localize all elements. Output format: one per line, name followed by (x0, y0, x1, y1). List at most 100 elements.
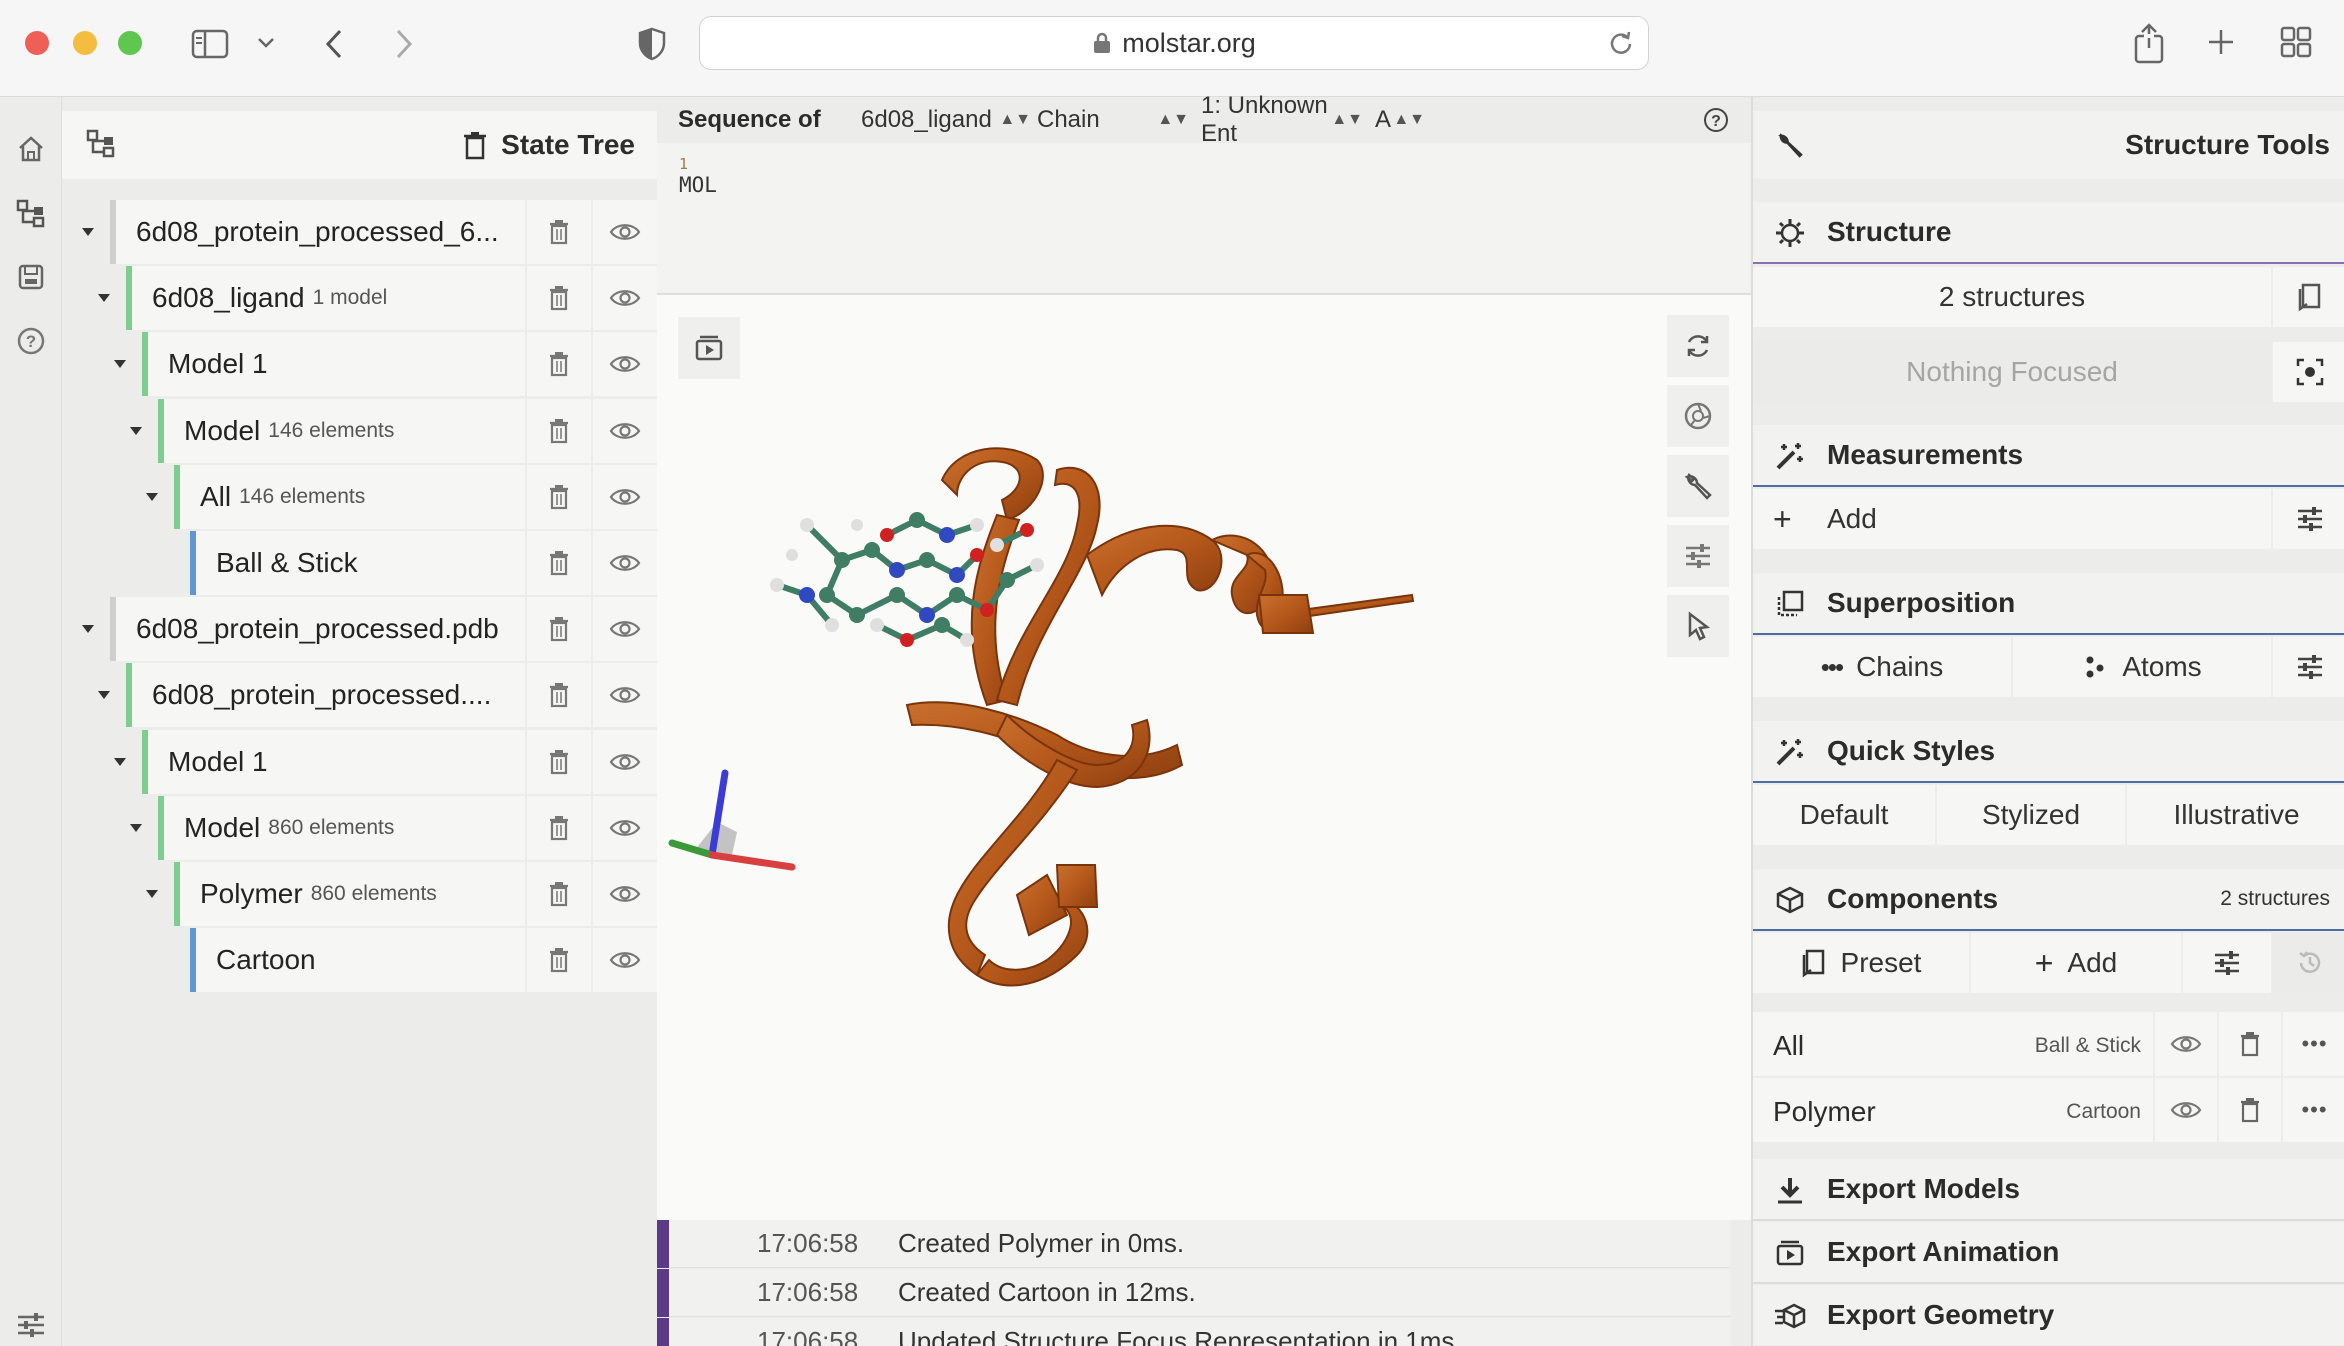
focus-target-icon[interactable] (2273, 342, 2344, 402)
more-options-icon[interactable]: ••• (2283, 1078, 2344, 1142)
tree-node-label[interactable]: Model 1 (148, 729, 525, 794)
help-icon[interactable]: ? (13, 323, 49, 359)
measurements-section-header[interactable]: Measurements (1753, 425, 2344, 485)
more-options-icon[interactable]: ••• (2283, 1012, 2344, 1076)
expand-caret-icon[interactable] (128, 399, 144, 463)
export-geometry-section-header[interactable]: Export Geometry (1753, 1285, 2344, 1345)
tree-node-label[interactable]: Cartoon (196, 928, 525, 993)
settings-sliders-icon[interactable] (2273, 637, 2344, 697)
save-icon[interactable] (13, 259, 49, 295)
tree-node[interactable]: Polymer 860 elements (62, 862, 657, 926)
address-bar[interactable]: molstar.org (699, 16, 1649, 70)
tree-node[interactable]: Model 860 elements (62, 795, 657, 860)
trash-icon[interactable] (527, 597, 591, 662)
tree-node[interactable]: Cartoon (62, 928, 657, 993)
tree-node-label[interactable]: Ball & Stick (196, 531, 525, 595)
zoom-window-button[interactable] (118, 31, 142, 55)
expand-caret-icon[interactable] (96, 266, 112, 330)
trash-icon[interactable] (527, 729, 591, 794)
expand-caret-icon[interactable] (112, 332, 128, 396)
tree-node-label[interactable]: Polymer 860 elements (180, 862, 525, 926)
superpose-atoms-button[interactable]: Atoms (2013, 637, 2271, 697)
sequence-residue[interactable]: MOL (679, 173, 717, 197)
tree-node[interactable]: Ball & Stick (62, 531, 657, 595)
eye-icon[interactable] (2155, 1012, 2217, 1076)
trash-icon[interactable] (527, 464, 591, 529)
expand-caret-icon[interactable] (80, 200, 96, 264)
tree-node[interactable]: All 146 elements (62, 464, 657, 529)
superpose-chains-button[interactable]: ••• Chains (1753, 637, 2011, 697)
component-label-box[interactable]: Polymer Cartoon (1753, 1078, 2153, 1142)
trash-icon[interactable] (527, 266, 591, 331)
bookmark-icon[interactable] (2273, 267, 2344, 327)
eye-icon[interactable] (593, 531, 657, 595)
structure-select[interactable]: 6d08_ligand ▲▼ (861, 97, 1031, 143)
focus-selector[interactable]: Nothing Focused (1753, 342, 2271, 402)
style-default-button[interactable]: Default (1753, 785, 1935, 845)
style-illustrative-button[interactable]: Illustrative (2127, 785, 2344, 845)
expand-caret-icon[interactable] (96, 663, 112, 727)
tree-node[interactable]: Model 1 (62, 729, 657, 794)
tree-node-label[interactable]: 6d08_protein_processed.... (132, 663, 525, 728)
components-preset-button[interactable]: Preset (1753, 933, 1969, 993)
trash-icon[interactable] (527, 928, 591, 993)
expand-caret-icon[interactable] (144, 862, 160, 926)
expand-caret-icon[interactable] (80, 597, 96, 661)
reload-icon[interactable] (1608, 30, 1634, 56)
eye-icon[interactable] (593, 464, 657, 529)
back-arrow-icon[interactable] (318, 24, 350, 64)
eye-icon[interactable] (593, 266, 657, 331)
expand-caret-icon[interactable] (144, 465, 160, 529)
tree-node[interactable]: 6d08_ligand 1 model (62, 266, 657, 331)
eye-icon[interactable] (593, 200, 657, 264)
history-icon[interactable] (2273, 933, 2344, 993)
tree-node[interactable]: 6d08_protein_processed_6... (62, 200, 657, 264)
settings-sliders-icon[interactable] (2183, 933, 2271, 993)
trash-icon[interactable] (527, 795, 591, 860)
trash-icon[interactable] (527, 663, 591, 728)
tab-overview-icon[interactable] (2278, 24, 2314, 60)
trash-icon[interactable] (527, 531, 591, 595)
trash-icon[interactable] (527, 200, 591, 264)
3d-viewport[interactable] (657, 295, 1751, 1220)
tree-node-label[interactable]: All 146 elements (180, 464, 525, 529)
eye-icon[interactable] (2155, 1078, 2217, 1142)
style-stylized-button[interactable]: Stylized (1937, 785, 2125, 845)
close-window-button[interactable] (25, 31, 49, 55)
tree-node[interactable]: Model 146 elements (62, 398, 657, 463)
mode-select[interactable]: Chain ▲▼ (1037, 97, 1189, 143)
components-section-header[interactable]: Components 2 structures (1753, 869, 2344, 929)
trash-icon[interactable] (2219, 1012, 2281, 1076)
tree-node[interactable]: Model 1 (62, 332, 657, 397)
eye-icon[interactable] (593, 597, 657, 662)
tree-node-label[interactable]: 6d08_ligand 1 model (132, 266, 525, 331)
shield-icon[interactable] (634, 24, 670, 64)
entity-select[interactable]: 1: Unknown Ent ▲▼ (1201, 92, 1363, 147)
component-label-box[interactable]: All Ball & Stick (1753, 1012, 2153, 1076)
state-tree-title[interactable]: State Tree (463, 111, 635, 179)
eye-icon[interactable] (593, 398, 657, 463)
expand-caret-icon[interactable] (112, 730, 128, 794)
quick-styles-section-header[interactable]: Quick Styles (1753, 721, 2344, 781)
structures-count-button[interactable]: 2 structures (1753, 267, 2271, 327)
chain-select[interactable]: A ▲▼ (1375, 97, 1425, 143)
component-row[interactable]: All Ball & Stick ••• (1753, 1012, 2344, 1076)
tree-node[interactable]: 6d08_protein_processed.pdb (62, 597, 657, 662)
sidebar-toggle-icon[interactable] (190, 24, 230, 64)
tree-node[interactable]: 6d08_protein_processed.... (62, 663, 657, 728)
eye-icon[interactable] (593, 729, 657, 794)
trash-icon[interactable] (527, 398, 591, 463)
trash-icon[interactable] (527, 862, 591, 926)
tree-node-label[interactable]: 6d08_protein_processed_6... (116, 200, 525, 264)
trash-icon[interactable] (2219, 1078, 2281, 1142)
eye-icon[interactable] (593, 928, 657, 993)
add-component-button[interactable]: + Add (1971, 933, 2181, 993)
superposition-section-header[interactable]: Superposition (1753, 573, 2344, 633)
structure-section-header[interactable]: Structure (1753, 202, 2344, 262)
home-icon[interactable] (13, 131, 49, 167)
settings-sliders-icon[interactable] (2273, 489, 2344, 549)
new-tab-icon[interactable] (2203, 24, 2239, 60)
share-icon[interactable] (2130, 20, 2168, 66)
tree-node-label[interactable]: Model 860 elements (164, 795, 525, 860)
forward-arrow-icon[interactable] (388, 24, 420, 64)
